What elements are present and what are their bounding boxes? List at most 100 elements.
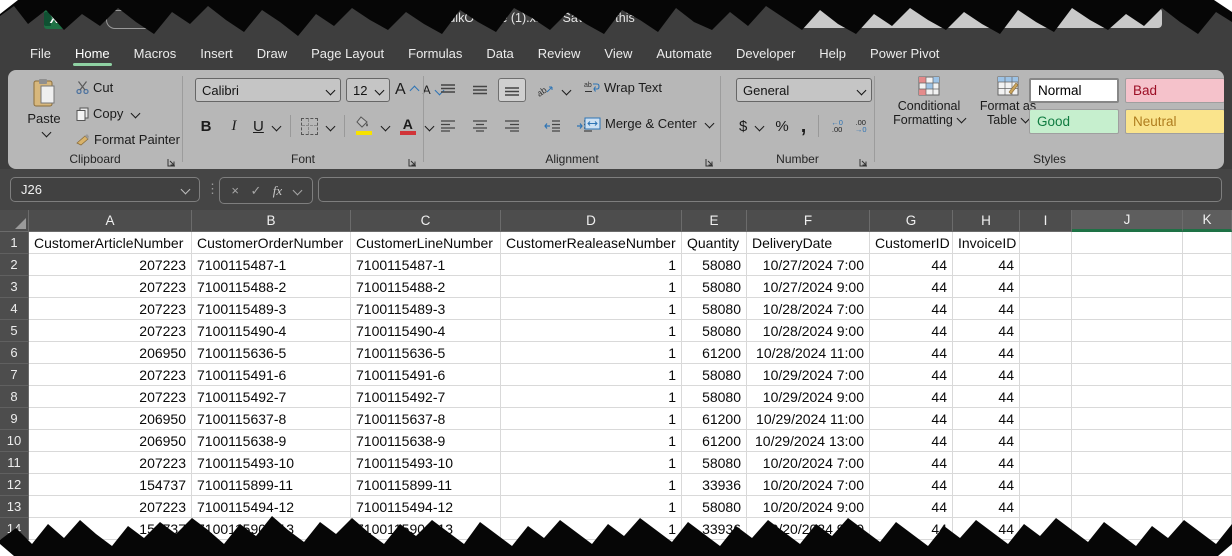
menu-tab-insert[interactable]: Insert: [188, 38, 245, 68]
cell-K6[interactable]: [1183, 342, 1232, 364]
menu-tab-review[interactable]: Review: [526, 38, 593, 68]
cell-H1[interactable]: InvoiceID: [953, 232, 1020, 254]
formula-input[interactable]: [318, 177, 1222, 202]
bold-button[interactable]: B: [197, 118, 215, 135]
cell-H8[interactable]: 44: [953, 386, 1020, 408]
align-left-button[interactable]: [434, 114, 462, 138]
cell-B3[interactable]: 7100115488-2: [192, 276, 351, 298]
cell-F13[interactable]: 10/20/2024 9:00: [747, 496, 870, 518]
cell-I11[interactable]: [1020, 452, 1072, 474]
name-box[interactable]: J26: [10, 177, 200, 202]
row-header-9[interactable]: 9: [0, 408, 29, 430]
cell-E12[interactable]: 33936: [682, 474, 747, 496]
quick-access-control[interactable]: [106, 10, 160, 29]
cell-A12[interactable]: 154737: [29, 474, 192, 496]
cell-I5[interactable]: [1020, 320, 1072, 342]
cell-C8[interactable]: 7100115492-7: [351, 386, 501, 408]
italic-button[interactable]: I: [225, 118, 243, 135]
cell-E6[interactable]: 61200: [682, 342, 747, 364]
borders-button[interactable]: [301, 118, 334, 135]
cell-J8[interactable]: [1072, 386, 1183, 408]
menu-tab-file[interactable]: File: [18, 38, 63, 68]
row-header-4[interactable]: 4: [0, 298, 29, 320]
font-dialog-launcher[interactable]: [407, 155, 418, 166]
cell-I13[interactable]: [1020, 496, 1072, 518]
cell-K3[interactable]: [1183, 276, 1232, 298]
cell-K13[interactable]: [1183, 496, 1232, 518]
row-header-10[interactable]: 10: [0, 430, 29, 452]
cell-E10[interactable]: 61200: [682, 430, 747, 452]
cell-G9[interactable]: 44: [870, 408, 953, 430]
cell-A2[interactable]: 207223: [29, 254, 192, 276]
comma-style-button[interactable]: ,: [801, 121, 807, 131]
row-header-6[interactable]: 6: [0, 342, 29, 364]
cell-B6[interactable]: 7100115636-5: [192, 342, 351, 364]
cell-J5[interactable]: [1072, 320, 1183, 342]
cell-E2[interactable]: 58080: [682, 254, 747, 276]
cell-G5[interactable]: 44: [870, 320, 953, 342]
cell-G12[interactable]: 44: [870, 474, 953, 496]
cell-H7[interactable]: 44: [953, 364, 1020, 386]
cell-K7[interactable]: [1183, 364, 1232, 386]
cell-B7[interactable]: 7100115491-6: [192, 364, 351, 386]
align-bottom-button[interactable]: [498, 78, 526, 102]
titlebar-search-box[interactable]: [800, 8, 1162, 28]
style-good[interactable]: Good: [1029, 109, 1119, 134]
cell-A13[interactable]: 207223: [29, 496, 192, 518]
cell-J11[interactable]: [1072, 452, 1183, 474]
conditional-formatting-button[interactable]: Conditional Formatting: [883, 76, 975, 127]
cell-C14[interactable]: 7100115900-13: [351, 518, 501, 540]
cell-K12[interactable]: [1183, 474, 1232, 496]
cell-A14[interactable]: 154737: [29, 518, 192, 540]
menu-tab-macros[interactable]: Macros: [122, 38, 189, 68]
cell-E5[interactable]: 58080: [682, 320, 747, 342]
menu-tab-page-layout[interactable]: Page Layout: [299, 38, 396, 68]
cell-C6[interactable]: 7100115636-5: [351, 342, 501, 364]
menu-tab-data[interactable]: Data: [474, 38, 525, 68]
cell-H12[interactable]: 44: [953, 474, 1020, 496]
cell-B10[interactable]: 7100115638-9: [192, 430, 351, 452]
copy-button[interactable]: Copy: [76, 104, 180, 123]
cell-F3[interactable]: 10/27/2024 9:00: [747, 276, 870, 298]
cell-D12[interactable]: 1: [501, 474, 682, 496]
cell-K10[interactable]: [1183, 430, 1232, 452]
cell-H13[interactable]: 44: [953, 496, 1020, 518]
cancel-entry-icon[interactable]: ×: [231, 183, 239, 198]
cell-K9[interactable]: [1183, 408, 1232, 430]
column-header-A[interactable]: A: [29, 210, 192, 232]
column-header-H[interactable]: H: [953, 210, 1020, 232]
cell-E14[interactable]: 33936: [682, 518, 747, 540]
cell-D14[interactable]: 1: [501, 518, 682, 540]
accounting-format-button[interactable]: $: [739, 118, 763, 135]
cell-F8[interactable]: 10/29/2024 9:00: [747, 386, 870, 408]
increase-decimal-button[interactable]: ←0.00: [831, 119, 843, 133]
alignment-dialog-launcher[interactable]: [704, 155, 715, 166]
cell-H2[interactable]: 44: [953, 254, 1020, 276]
menu-tab-power-pivot[interactable]: Power Pivot: [858, 38, 951, 68]
cell-C4[interactable]: 7100115489-3: [351, 298, 501, 320]
cell-A1[interactable]: CustomerArticleNumber: [29, 232, 192, 254]
cell-D1[interactable]: CustomerRealeaseNumber: [501, 232, 682, 254]
select-all-corner[interactable]: [0, 210, 29, 232]
cell-G13[interactable]: 44: [870, 496, 953, 518]
cell-H11[interactable]: 44: [953, 452, 1020, 474]
cell-E1[interactable]: Quantity: [682, 232, 747, 254]
cut-button[interactable]: Cut: [76, 78, 180, 97]
cell-K2[interactable]: [1183, 254, 1232, 276]
cell-F12[interactable]: 10/20/2024 7:00: [747, 474, 870, 496]
cell-D4[interactable]: 1: [501, 298, 682, 320]
row-header-8[interactable]: 8: [0, 386, 29, 408]
cell-D2[interactable]: 1: [501, 254, 682, 276]
cell-D13[interactable]: 1: [501, 496, 682, 518]
cell-H4[interactable]: 44: [953, 298, 1020, 320]
merge-center-button[interactable]: Merge & Center: [584, 116, 713, 131]
percent-style-button[interactable]: %: [775, 118, 788, 135]
cell-F11[interactable]: 10/20/2024 7:00: [747, 452, 870, 474]
column-header-F[interactable]: F: [747, 210, 870, 232]
cell-E8[interactable]: 58080: [682, 386, 747, 408]
align-right-button[interactable]: [498, 114, 526, 138]
insert-function-icon[interactable]: fx: [273, 183, 282, 199]
cell-J6[interactable]: [1072, 342, 1183, 364]
cell-I14[interactable]: [1020, 518, 1072, 540]
cell-I6[interactable]: [1020, 342, 1072, 364]
